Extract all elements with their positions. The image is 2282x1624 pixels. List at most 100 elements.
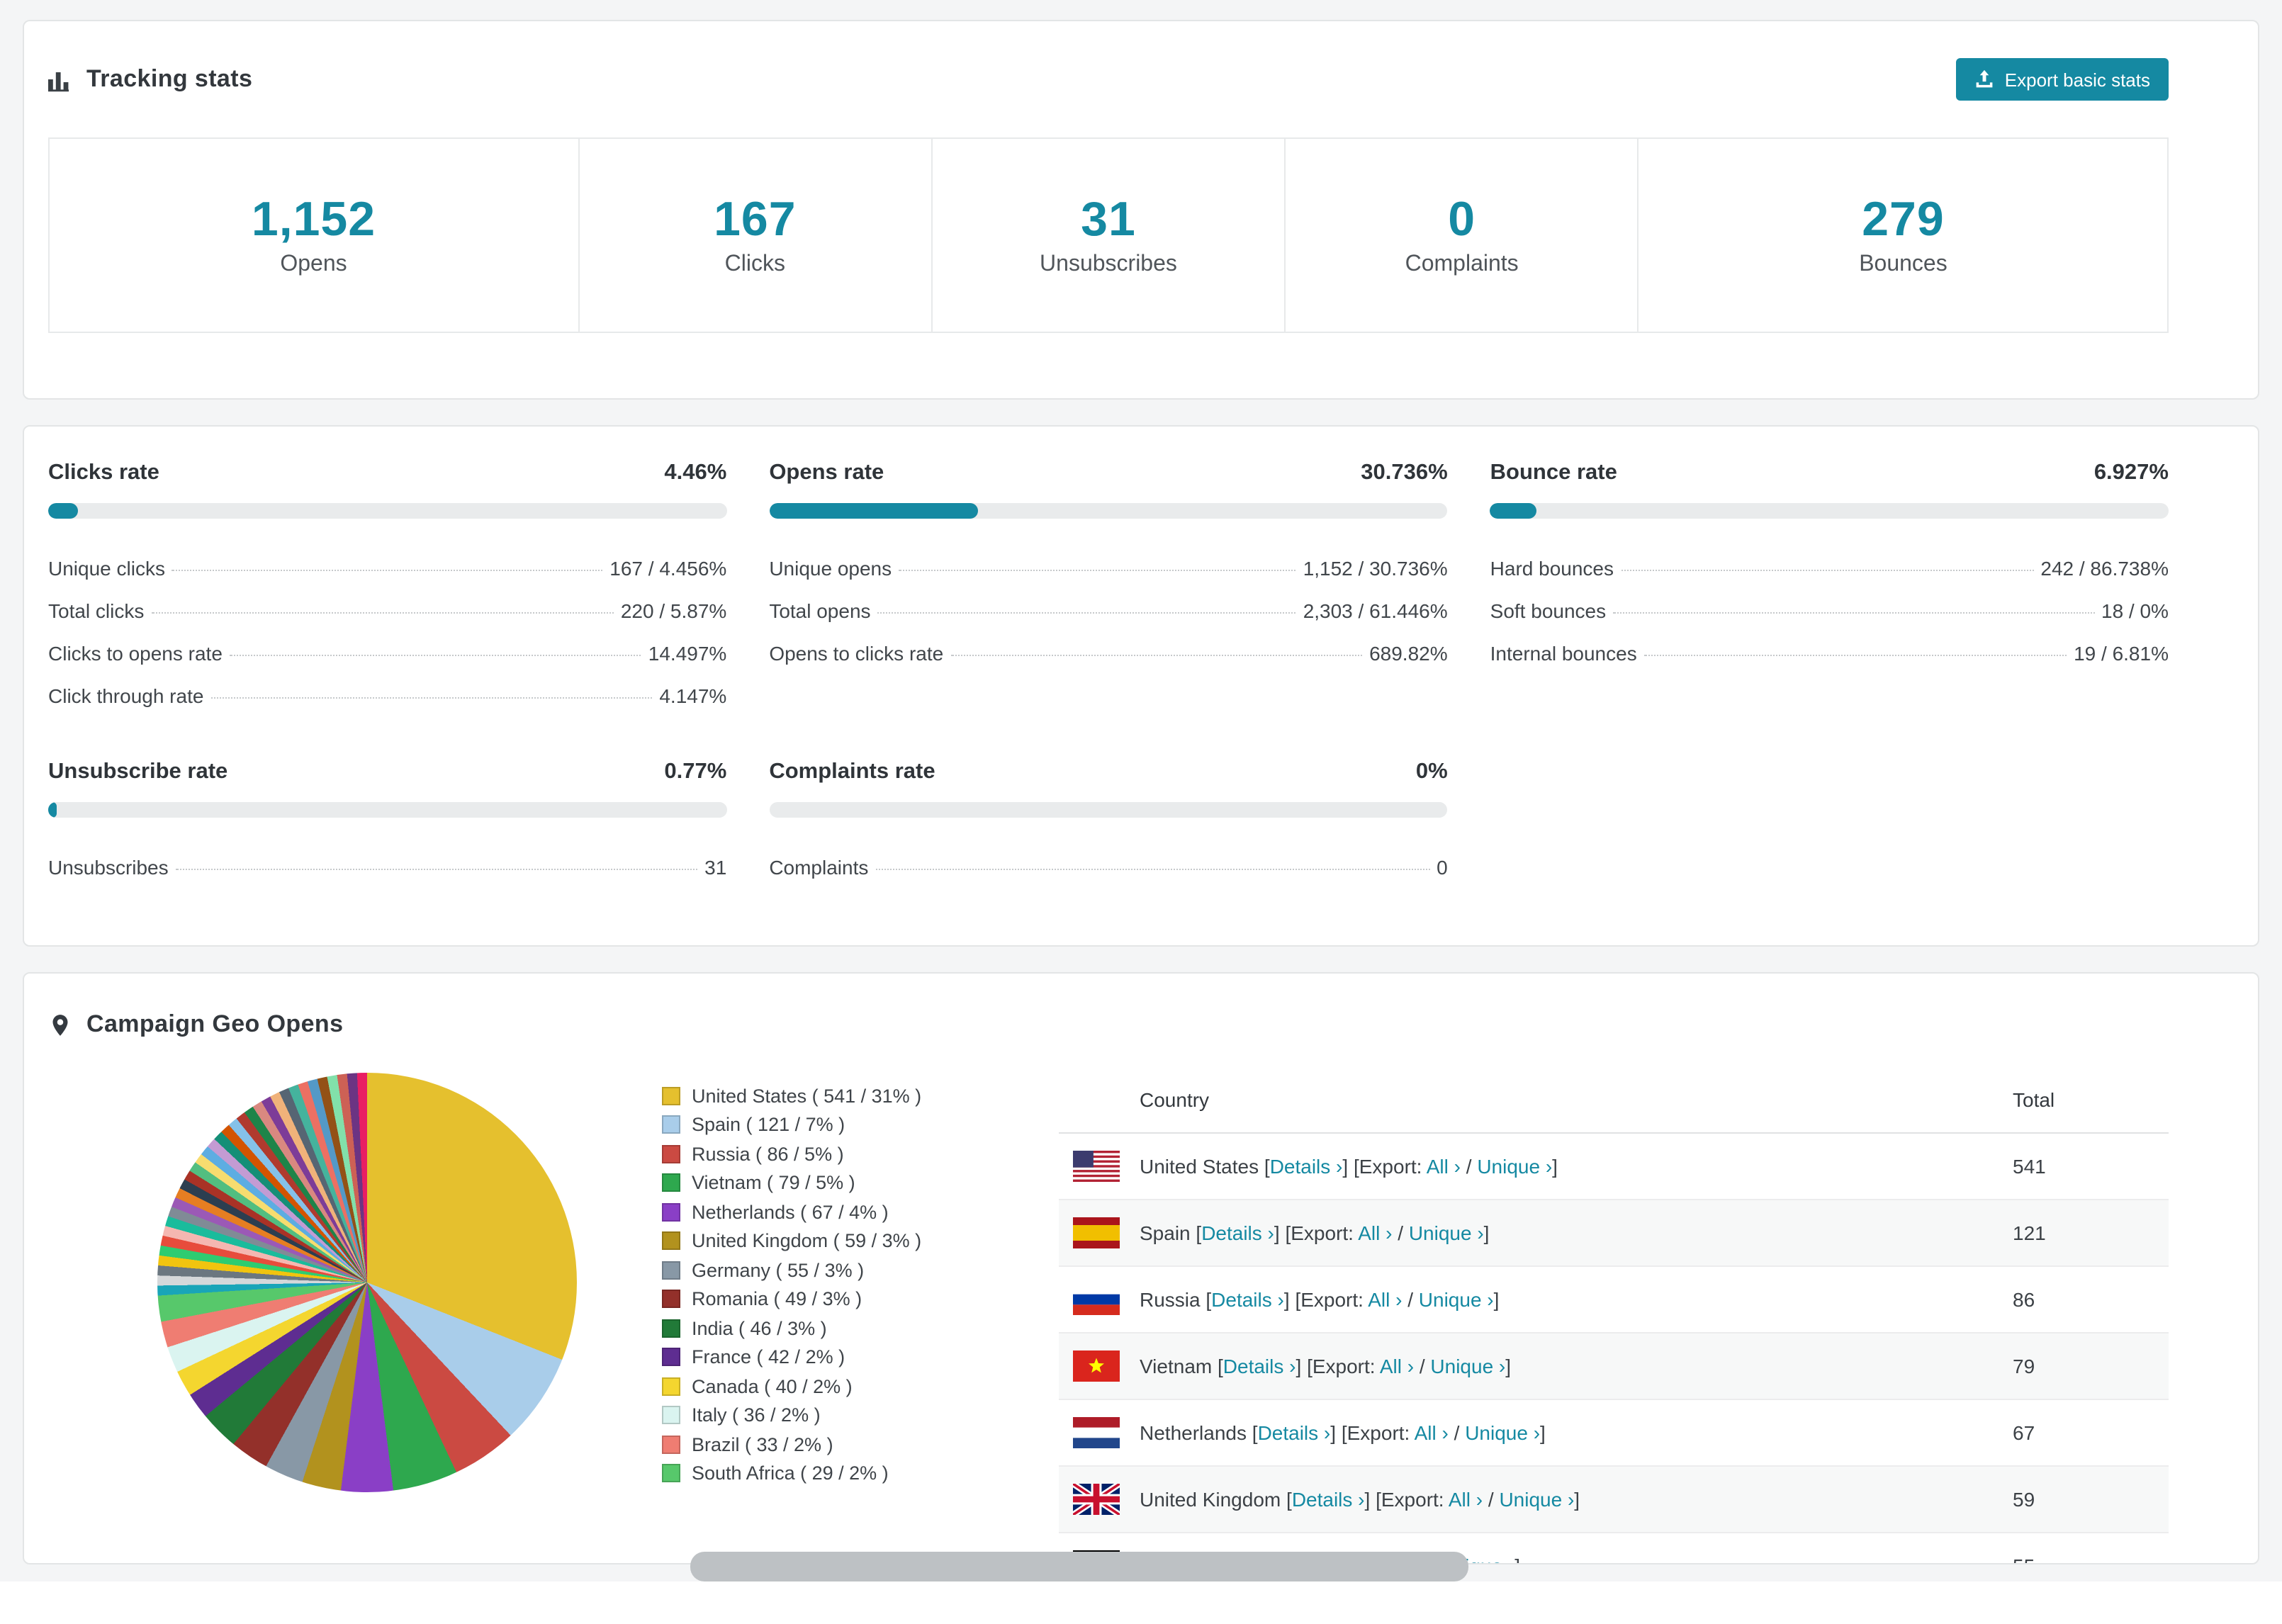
rate-row: Total opens 2,303 / 61.446% [769,599,1448,622]
details-link[interactable]: Details › [1292,1488,1365,1511]
stat-label: Bounces [1859,252,1947,276]
legend-label: Netherlands ( 67 / 4% ) [692,1201,889,1223]
stat-value: 1,152 [251,193,376,247]
details-link[interactable]: Details › [1270,1155,1343,1178]
legend-label: United States ( 541 / 31% ) [692,1085,922,1107]
legend-item-south-africa[interactable]: South Africa ( 29 / 2% ) [662,1459,1059,1488]
campaign-geo-opens-card: Campaign Geo Opens United States ( 541 /… [23,972,2259,1564]
legend-item-canada[interactable]: Canada ( 40 / 2% ) [662,1372,1059,1401]
details-link[interactable]: Details › [1223,1355,1296,1377]
rate-value: 4.46% [664,461,727,485]
export-unique-link[interactable]: Unique › [1477,1155,1552,1178]
flag-ru-icon [1073,1284,1120,1315]
export-all-link[interactable]: All › [1415,1421,1449,1444]
dotted-leader [950,655,1363,656]
export-all-link[interactable]: All › [1380,1355,1414,1377]
legend-label: India ( 46 / 3% ) [692,1317,827,1339]
country-total: 86 [2013,1288,2035,1311]
stat-unsubscribes: 31 Unsubscribes [933,139,1286,332]
dotted-leader [172,570,603,571]
stat-label: Opens [280,252,347,276]
dotted-leader [1613,612,2094,614]
legend-item-italy[interactable]: Italy ( 36 / 2% ) [662,1401,1059,1430]
dotted-leader [875,869,1430,870]
dotted-leader [877,612,1296,614]
rate-title: Opens rate [769,461,884,485]
legend-swatch [662,1173,680,1192]
export-all-link[interactable]: All › [1358,1222,1392,1244]
export-all-link[interactable]: All › [1449,1488,1483,1511]
legend-item-vietnam[interactable]: Vietnam ( 79 / 5% ) [662,1168,1059,1197]
legend-swatch [662,1377,680,1396]
export-icon [1975,69,1995,89]
rate-row: Unique opens 1,152 / 30.736% [769,557,1448,580]
country-total: 67 [2013,1421,2035,1444]
legend-item-india[interactable]: India ( 46 / 3% ) [662,1314,1059,1343]
flag-es-icon [1073,1217,1120,1248]
stat-label: Complaints [1405,252,1519,276]
rate-value: 30.736% [1361,461,1448,485]
legend-item-france[interactable]: France ( 42 / 2% ) [662,1343,1059,1372]
rate-row: Opens to clicks rate 689.82% [769,642,1448,665]
bar-chart-icon [48,67,72,91]
legend-label: United Kingdom ( 59 / 3% ) [692,1230,922,1252]
details-link[interactable]: Details › [1211,1288,1284,1311]
geo-content: United States ( 541 / 31% ) Spain ( 121 … [24,1067,2258,1563]
legend-swatch [662,1144,680,1163]
geo-legend: United States ( 541 / 31% ) Spain ( 121 … [662,1081,1059,1563]
rate-row: Soft bounces 18 / 0% [1490,599,2169,622]
export-all-link[interactable]: All › [1368,1288,1402,1311]
progress-bar [48,503,727,519]
legend-item-netherlands[interactable]: Netherlands ( 67 / 4% ) [662,1197,1059,1227]
legend-item-united-states[interactable]: United States ( 541 / 31% ) [662,1081,1059,1110]
stats-row: 1,152 Opens 167 Clicks 31 Unsubscribes 0… [48,137,2169,333]
legend-item-germany[interactable]: Germany ( 55 / 3% ) [662,1256,1059,1285]
legend-label: Canada ( 40 / 2% ) [692,1375,853,1397]
export-unique-link[interactable]: Unique › [1409,1222,1484,1244]
rate-row: Unsubscribes 31 [48,856,727,879]
geo-table-header: Country Total [1059,1067,2169,1134]
export-unique-link[interactable]: Unique › [1430,1355,1505,1377]
geo-pie-chart[interactable] [157,1073,577,1492]
progress-fill [769,503,978,519]
dotted-leader [210,697,653,699]
country-name: United States [1140,1155,1259,1178]
export-all-link[interactable]: All › [1427,1155,1461,1178]
rates-grid: Clicks rate 4.46% Unique clicks 167 / 4.… [24,427,2258,945]
legend-item-spain[interactable]: Spain ( 121 / 7% ) [662,1110,1059,1139]
progress-fill [1490,503,1537,519]
legend-item-romania[interactable]: Romania ( 49 / 3% ) [662,1285,1059,1314]
page-title: Tracking stats [86,65,253,92]
export-unique-link[interactable]: Unique › [1419,1288,1494,1311]
legend-label: France ( 42 / 2% ) [692,1346,845,1368]
legend-item-brazil[interactable]: Brazil ( 33 / 2% ) [662,1430,1059,1459]
details-link[interactable]: Details › [1258,1421,1331,1444]
dashboard-root: Tracking stats Export basic stats 1,152 … [0,0,2282,1624]
country-name: United Kingdom [1140,1488,1281,1511]
progress-fill [48,503,79,519]
dotted-leader [175,869,698,870]
details-link[interactable]: Details › [1201,1222,1274,1244]
export-basic-stats-button[interactable]: Export basic stats [1956,58,2169,101]
export-unique-link[interactable]: Unique › [1499,1488,1574,1511]
stat-value: 167 [714,193,797,247]
rate-title: Complaints rate [769,760,935,784]
legend-swatch [662,1261,680,1280]
rate-row: Hard bounces 242 / 86.738% [1490,557,2169,580]
export-unique-link[interactable]: Unique › [1465,1421,1540,1444]
stat-value: 279 [1862,193,1945,247]
legend-label: Germany ( 55 / 3% ) [692,1259,865,1281]
legend-label: Spain ( 121 / 7% ) [692,1114,845,1136]
legend-swatch [662,1115,680,1134]
geo-table-row-vietnam: Vietnam [Details ›] [Export: All › / Uni… [1059,1333,2169,1400]
dotted-leader [1621,570,2034,571]
dotted-leader [1643,655,2067,656]
horizontal-scrollbar-thumb[interactable] [690,1552,1468,1581]
legend-label: Italy ( 36 / 2% ) [692,1404,821,1426]
geo-title: Campaign Geo Opens [86,1010,344,1037]
legend-item-united-kingdom[interactable]: United Kingdom ( 59 / 3% ) [662,1227,1059,1256]
stat-bounces: 279 Bounces [1639,139,2167,332]
progress-fill [48,802,57,818]
rate-block-clicks-rate: Clicks rate 4.46% Unique clicks 167 / 4.… [48,461,727,717]
legend-item-russia[interactable]: Russia ( 86 / 5% ) [662,1139,1059,1168]
